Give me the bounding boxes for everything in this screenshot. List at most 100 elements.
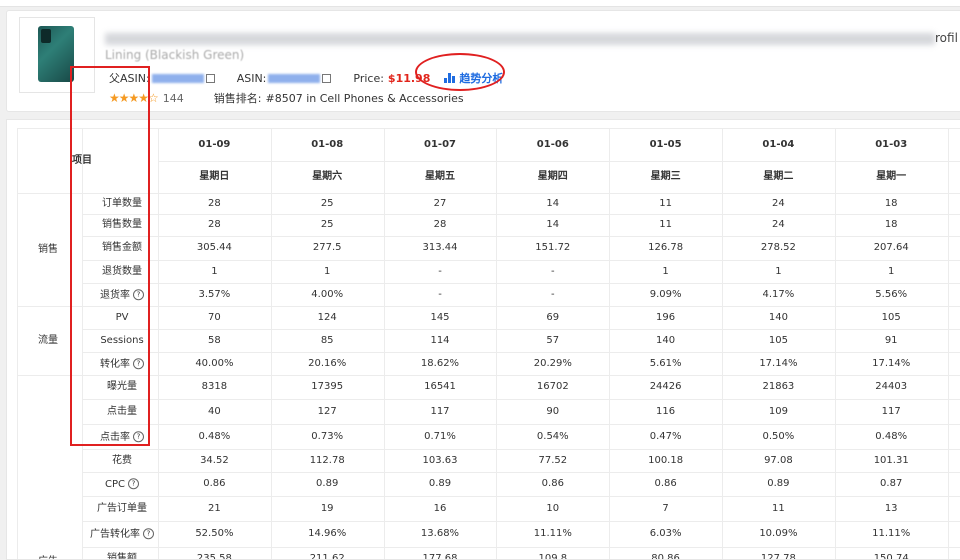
date-header[interactable]: 01-07 (424, 140, 456, 150)
row-divider (82, 260, 960, 261)
table-cell: 28 (208, 197, 221, 209)
metric-label: 广告转化率? (90, 528, 154, 540)
table-cell: 112.78 (309, 454, 345, 466)
table-cell: 57 (546, 334, 560, 346)
table-cell: 0.50% (762, 430, 795, 442)
table-cell: 0.89 (428, 478, 452, 489)
date-header[interactable]: 01-06 (537, 140, 569, 150)
table-cell: 196 (656, 311, 676, 323)
copy-icon[interactable] (205, 73, 215, 83)
table-cell: 126.78 (648, 242, 684, 253)
product-rating-row: ★★★★☆ 144 销售排名: #8507 in Cell Phones & A… (109, 90, 464, 106)
row-divider (82, 214, 960, 215)
table-cell: 58 (208, 334, 221, 346)
table-cell: 116 (656, 405, 676, 417)
row-divider (82, 329, 960, 330)
table-cell: 140 (656, 334, 676, 346)
table-cell: 0.73% (311, 430, 344, 442)
date-header[interactable]: 01-05 (650, 140, 682, 150)
product-title-blurred (105, 33, 935, 45)
table-cell: - (438, 288, 442, 300)
date-header[interactable]: 01-04 (762, 140, 794, 150)
table-cell: 25 (320, 219, 334, 230)
table-cell: 14 (546, 219, 560, 230)
table-cell: - (550, 288, 555, 300)
table-cell: 10 (546, 502, 560, 514)
table-cell: 109.8 (538, 552, 568, 560)
table-cell: 10.09% (759, 528, 798, 539)
date-header[interactable]: 01-08 (311, 140, 343, 150)
highlight-box-annotation (70, 66, 150, 446)
table-cell: 11 (659, 219, 672, 230)
table-cell: 124 (317, 311, 337, 323)
table-cell: 151.72 (535, 242, 571, 253)
table-cell: 211.62 (309, 552, 345, 560)
table-cell: 16541 (424, 381, 456, 392)
table-cell: 105 (768, 334, 788, 346)
table-cell: 114 (430, 334, 450, 346)
table-cell: 80.86 (651, 552, 680, 560)
date-header[interactable]: 01-03 (875, 140, 907, 150)
rating-count[interactable]: 144 (163, 92, 184, 105)
table-cell: 1 (211, 265, 218, 277)
table-cell: 18 (884, 197, 898, 209)
table-cell: 305.44 (196, 242, 232, 253)
table-cell: 11 (659, 197, 672, 209)
table-cell: 0.87 (880, 478, 903, 489)
metric-label-text: 广告订单量 (97, 502, 147, 514)
table-cell: 69 (546, 311, 560, 323)
table-cell: 0.89 (316, 478, 339, 489)
row-divider (18, 306, 960, 307)
price-label: Price: (353, 71, 384, 85)
table-cell: 277.5 (312, 242, 342, 253)
row-divider (82, 424, 960, 425)
table-cell: 17.14% (872, 357, 911, 369)
table-cell: 52.50% (195, 528, 234, 539)
row-divider (82, 496, 960, 497)
table-cell: 103.63 (422, 454, 458, 466)
table-cell: 28 (433, 219, 447, 230)
table-cell: 21 (208, 502, 221, 514)
row-divider (82, 521, 960, 522)
table-cell: 101.31 (873, 454, 909, 466)
sales-rank-label: 销售排名: (213, 92, 262, 105)
table-cell: 11.11% (872, 528, 911, 539)
date-header[interactable]: 01-09 (198, 140, 230, 150)
highlight-oval-annotation (415, 53, 505, 91)
table-cell: 24 (772, 197, 785, 209)
table-cell: 91 (884, 334, 898, 346)
table-cell: 0.48% (198, 430, 231, 442)
table-cell: 4.17% (762, 288, 795, 300)
table-cell: 100.18 (648, 454, 684, 466)
table-cell: 20.16% (308, 357, 347, 369)
metric-label: 销售额 (107, 553, 137, 559)
asin-label: ASIN: (236, 71, 267, 85)
weekday-header: 星期六 (312, 171, 343, 182)
table-cell: 16702 (536, 381, 569, 392)
table-cell: 13.68% (420, 528, 460, 539)
table-cell: 177.68 (422, 552, 458, 560)
row-divider (18, 193, 960, 194)
parent-asin-value-masked (151, 73, 204, 83)
table-cell: 105 (881, 311, 901, 323)
sales-rank-value: #8507 in Cell Phones & Accessories (265, 91, 464, 105)
table-cell: 1 (324, 265, 331, 277)
table-cell: 19 (320, 502, 334, 514)
copy-icon[interactable] (322, 73, 332, 83)
table-cell: 28 (208, 219, 221, 230)
group-label: 流量 (38, 334, 58, 346)
top-strip (0, 0, 960, 7)
help-icon[interactable]: ? (128, 478, 139, 490)
metric-label: CPC? (105, 478, 139, 490)
table-cell: 117 (881, 405, 901, 417)
table-cell: 235.58 (196, 552, 232, 560)
table-cell: 40.00% (195, 357, 234, 369)
help-icon[interactable]: ? (143, 528, 154, 540)
metric-label-text: CPC (105, 478, 125, 490)
product-title-tail: rofil (935, 31, 958, 45)
table-cell: 17395 (311, 381, 344, 392)
table-cell: 5.56% (875, 288, 908, 300)
table-cell: 16 (433, 502, 447, 514)
table-cell: 0.89 (767, 478, 790, 489)
table-cell: 127 (317, 405, 337, 417)
